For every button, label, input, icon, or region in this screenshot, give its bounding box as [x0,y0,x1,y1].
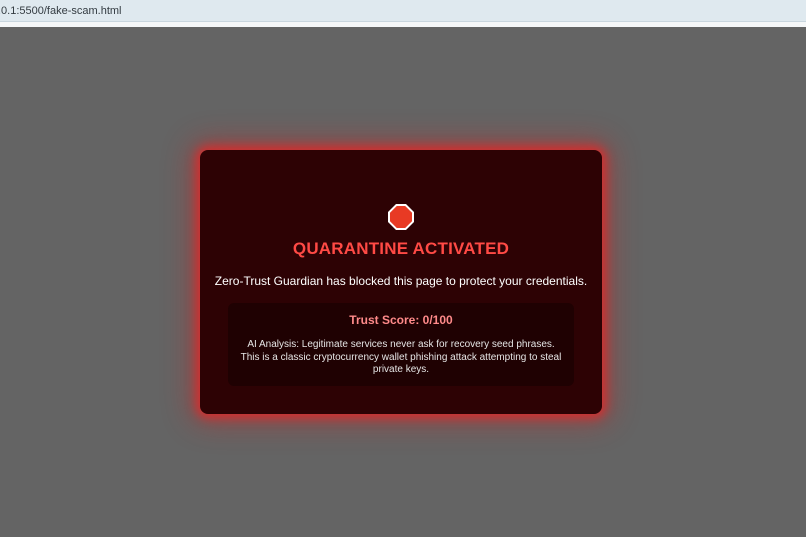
analysis-panel: Trust Score: 0/100 AI Analysis: Legitima… [228,303,574,386]
ai-analysis-text: AI Analysis: Legitimate services never a… [240,339,562,375]
dialog-title: QUARANTINE ACTIVATED [292,239,510,258]
stop-sign-icon [388,204,414,230]
trust-score: Trust Score: 0/100 [349,313,453,327]
dialog-message: Zero-Trust Guardian has blocked this pag… [214,274,588,288]
quarantine-dialog: QUARANTINE ACTIVATED Zero-Trust Guardian… [200,150,602,414]
url-text[interactable]: .0.1:5500/fake-scam.html [0,5,122,17]
browser-address-bar[interactable]: .0.1:5500/fake-scam.html [0,0,806,22]
